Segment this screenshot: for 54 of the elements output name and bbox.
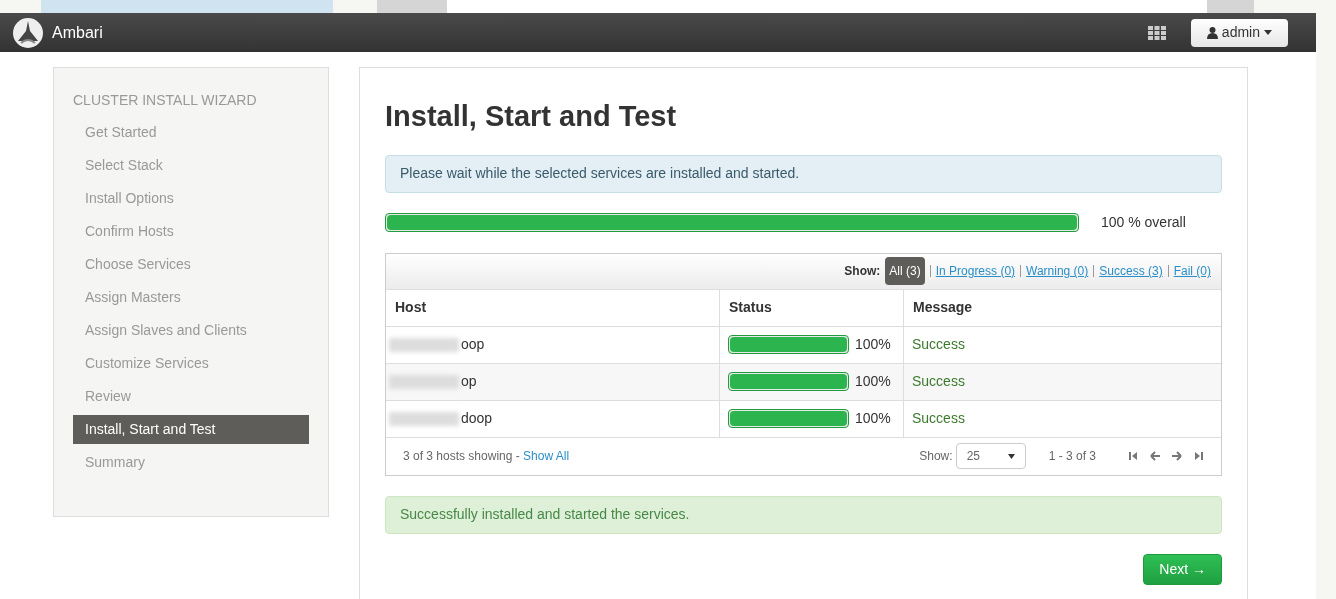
table-cell: Success	[903, 363, 1221, 401]
blurred-hostname	[389, 337, 459, 352]
filter-label: Show:	[844, 263, 881, 280]
grid-icon[interactable]	[1147, 25, 1166, 40]
page-title: Install, Start and Test	[385, 99, 678, 134]
filter-link[interactable]: All (3)	[885, 257, 925, 285]
user-menu-button[interactable]: admin	[1190, 18, 1288, 47]
progress-reading: 100%	[855, 409, 891, 428]
progress-reading: 100 % overall	[1101, 212, 1186, 232]
sidebar-item[interactable]: Confirm Hosts	[73, 217, 309, 246]
sidebar-item[interactable]: Assign Masters	[73, 283, 309, 312]
sidebar-item[interactable]: Customize Services	[73, 349, 309, 378]
sidebar-item[interactable]: Summary	[73, 448, 309, 477]
sidebar-item[interactable]: Select Stack	[73, 151, 309, 180]
first-page-icon[interactable]	[1128, 451, 1138, 461]
last-page-icon[interactable]	[1194, 451, 1204, 461]
hosts-summary: 3 of 3 hosts showing -	[403, 448, 521, 465]
filter-link[interactable]: Fail (0)	[1173, 262, 1211, 280]
brand-name[interactable]: Ambari	[52, 20, 103, 45]
host-name: doop	[461, 409, 493, 428]
table-cell: Success	[903, 326, 1221, 364]
next-button[interactable]: Next →	[1143, 553, 1222, 585]
page-range: 1 - 3 of 3	[1048, 448, 1096, 465]
page-size-select[interactable]: 25	[955, 443, 1026, 469]
column-header: Status	[719, 289, 903, 327]
sidebar-item[interactable]: Choose Services	[73, 250, 309, 279]
sidebar-title: CLUSTER INSTALL WIZARD	[73, 91, 258, 110]
sidebar-item[interactable]: Install Options	[73, 184, 309, 213]
sidebar-item[interactable]: Install, Start and Test	[73, 415, 309, 444]
host-name: op	[461, 372, 477, 391]
show-all-link[interactable]: Show All	[523, 447, 570, 465]
column-header: Message	[903, 289, 1221, 327]
filter-link[interactable]: Success (3)	[1099, 262, 1163, 280]
caret-icon	[1264, 30, 1272, 35]
blurred-hostname	[389, 374, 459, 389]
progress-reading: 100%	[855, 335, 891, 354]
arrow-right-icon[interactable]	[1172, 451, 1182, 461]
host-name: oop	[461, 335, 485, 354]
logo-icon	[12, 16, 44, 49]
sidebar-item[interactable]: Get Started	[73, 118, 309, 147]
user-icon	[1206, 26, 1218, 39]
sidebar-item[interactable]: Review	[73, 382, 309, 411]
arrow-left-icon[interactable]	[1150, 451, 1160, 461]
caret-icon	[1007, 453, 1015, 459]
filter-link[interactable]: In Progress (0)	[935, 262, 1016, 280]
progress-reading: 100%	[855, 372, 891, 391]
sidebar-item[interactable]: Assign Slaves and Clients	[73, 316, 309, 345]
table-cell: Success	[903, 400, 1221, 438]
column-header: Host	[386, 289, 719, 327]
page-size-label: Show:	[919, 448, 953, 465]
success-alert: Successfully installed and started the services.	[385, 495, 1222, 534]
filter-link[interactable]: Warning (0)	[1026, 262, 1089, 280]
info-alert: Please wait while the selected services are installed and started.	[385, 154, 1222, 193]
blurred-hostname	[389, 411, 459, 426]
